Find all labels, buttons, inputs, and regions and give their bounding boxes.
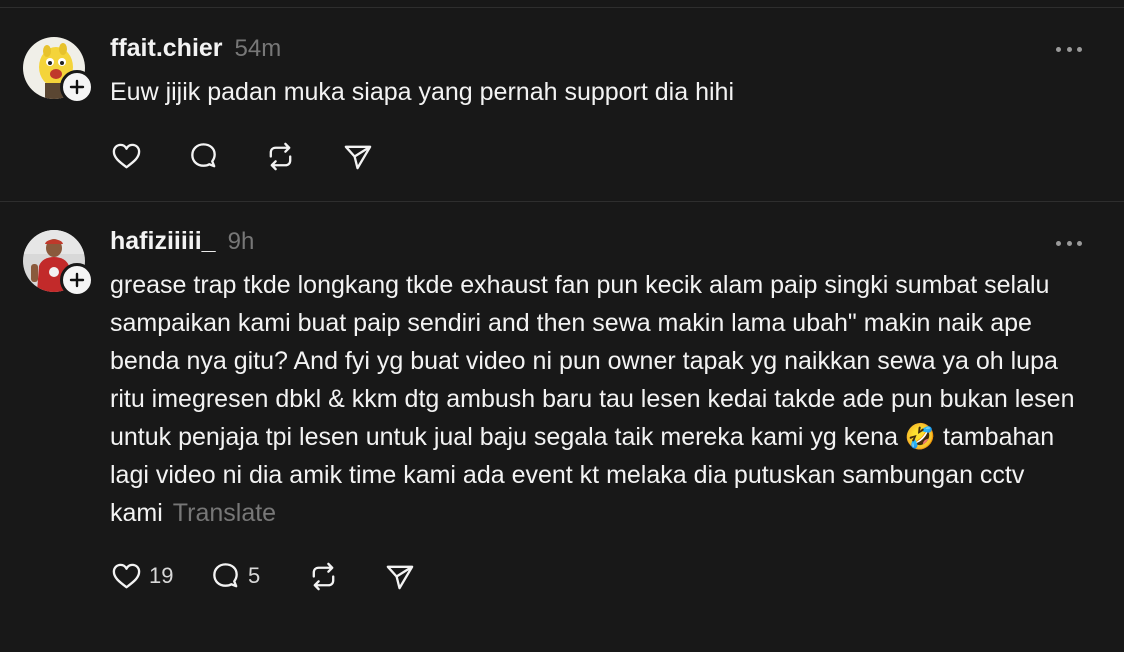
reply-count: 5 [248, 563, 261, 588]
comment-icon [213, 562, 238, 587]
avatar[interactable] [23, 230, 94, 297]
share-button[interactable] [341, 139, 374, 173]
more-options-button[interactable] [1056, 236, 1082, 250]
timestamp: 9h [227, 228, 255, 255]
thread-post: hafiziiiii_ 9h grease trap tkde longkang… [0, 202, 1124, 652]
post-text: Euw jijik padan muka siapa yang pernah s… [110, 78, 734, 106]
heart-icon [112, 143, 141, 168]
plus-icon [69, 272, 85, 288]
repost-icon [312, 562, 335, 590]
username[interactable]: hafiziiiii_ [110, 227, 216, 256]
follow-button[interactable] [60, 263, 94, 297]
post-text: grease trap tkde longkang tkde exhaust f… [110, 271, 1075, 527]
post-header: ffait.chier 54m [110, 34, 281, 63]
action-bar [110, 139, 374, 173]
avatar[interactable] [23, 37, 94, 104]
thread-post: ffait.chier 54m Euw jijik padan muka sia… [0, 8, 1124, 202]
timestamp: 54m [234, 35, 282, 62]
plus-icon [69, 79, 85, 95]
send-icon [344, 145, 372, 169]
repost-button[interactable] [307, 559, 383, 593]
repost-icon [269, 142, 292, 170]
more-dots-icon [1056, 240, 1061, 246]
reply-button[interactable]: 5 [209, 559, 307, 593]
more-dots-icon [1056, 46, 1061, 52]
like-count: 19 [149, 563, 174, 588]
translate-link[interactable]: Translate [173, 499, 276, 527]
heart-icon [112, 563, 141, 588]
more-options-button[interactable] [1056, 42, 1082, 56]
post-header: hafiziiiii_ 9h [110, 227, 254, 256]
repost-button[interactable] [264, 139, 297, 173]
send-icon [386, 565, 414, 589]
comment-icon [191, 142, 216, 167]
username[interactable]: ffait.chier [110, 34, 223, 63]
reply-button[interactable] [187, 139, 220, 173]
action-bar: 19 5 [110, 559, 416, 593]
share-button[interactable] [383, 559, 416, 593]
like-button[interactable]: 19 [110, 559, 209, 593]
follow-button[interactable] [60, 70, 94, 104]
like-button[interactable] [110, 139, 143, 173]
